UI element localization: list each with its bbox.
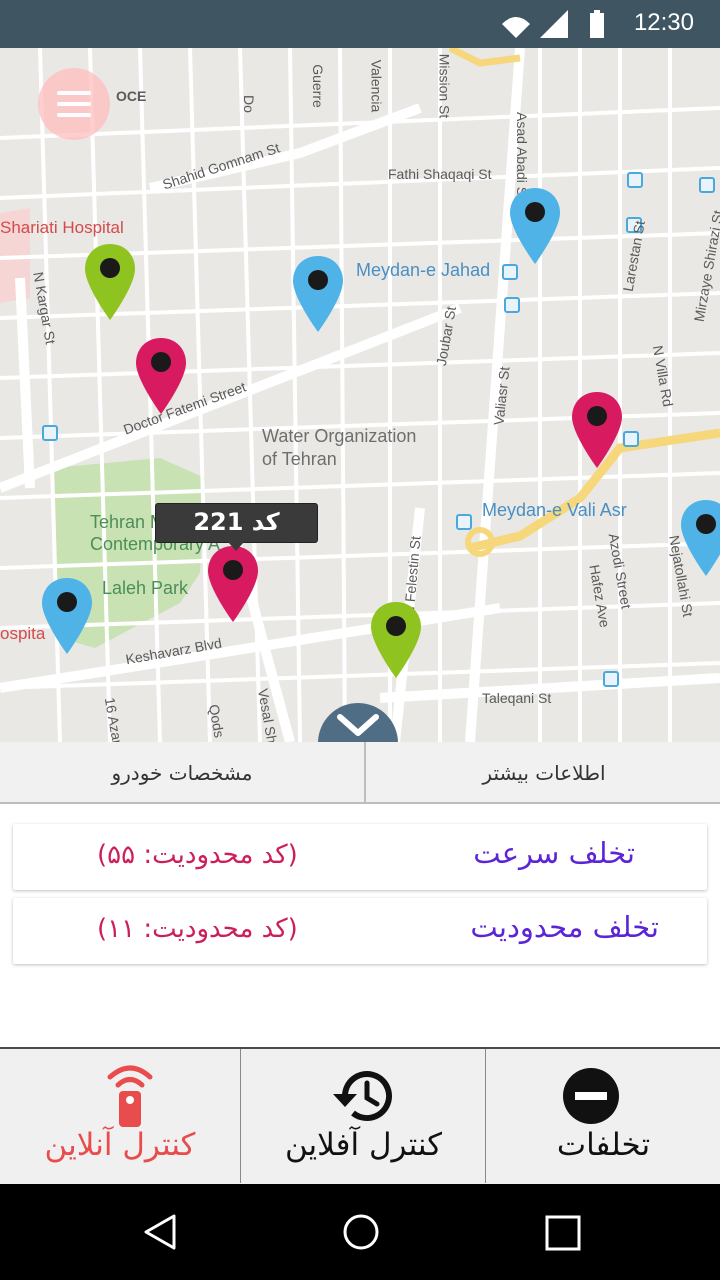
details-tabs: مشخصات خودرو اطلاعات بیشتر [0,742,720,804]
road-yellow-top [448,48,521,67]
signal-icon [540,10,568,38]
poi-meydan-vali-asr: Meydan-e Vali Asr [482,500,627,520]
street-label-fathi-shaqaqi: Fathi Shaqaqi St [388,166,492,182]
online-control-button[interactable]: کنترل آنلاین [0,1049,240,1183]
poi-shariati-hospital: Shariati Hospital [0,218,124,237]
street-label-valencia: Valencia [368,59,385,113]
online-control-label: کنترل آنلاین [44,1127,196,1163]
offline-control-button[interactable]: کنترل آفلاین [240,1049,486,1183]
tab-more-info[interactable]: اطلاعات بیشتر [364,742,720,802]
minus-circle-icon [563,1068,619,1124]
map-marker-magenta[interactable] [569,390,625,472]
violation-card[interactable]: تخلف سرعت (کد محدودیت: ۵۵) [13,824,707,890]
map-view[interactable]: Shahid Gomnam St Fathi Shaqaqi St Doctor… [0,48,720,742]
battery-icon [590,10,604,38]
remote-control-icon [107,1065,153,1127]
map-marker-green[interactable] [368,600,424,682]
map-marker-blue[interactable] [290,254,346,336]
street-label-guerre: Guerre [309,64,326,108]
map-marker-magenta[interactable] [133,336,189,418]
hamburger-icon-line [57,102,91,106]
violation-title: تخلف محدودیت [470,910,659,944]
tab-vehicle-specs[interactable]: مشخصات خودرو [0,742,364,802]
street-label-taleqani: Taleqani St [482,690,552,706]
map-marker-blue[interactable] [678,498,720,580]
street-label-mission: Mission St [436,53,453,119]
offline-control-label: کنترل آفلاین [284,1127,443,1163]
wifi-icon [502,17,530,38]
menu-button[interactable] [38,68,110,140]
poi-water-organization-line2: of Tehran [262,449,337,469]
status-icons [502,10,604,38]
navigation-bar [0,1184,720,1280]
poi-meydan-jahad: Meydan-e Jahad [356,260,491,280]
violation-code: (کد محدودیت: ۵۵) [97,840,298,870]
poi-laleh-park: Laleh Park [102,578,189,598]
status-bar: 12:30 [0,0,720,48]
hamburger-icon-line [57,91,91,95]
hamburger-icon-line [57,113,91,117]
violations-label: تخلفات [556,1127,651,1163]
collapse-map-button[interactable] [318,703,398,742]
action-bar: کنترل آنلاین کنترل آفلاین تخلفات [0,1047,720,1185]
road-kargar [15,277,35,489]
history-icon [333,1071,392,1122]
chevron-down-icon [337,714,379,736]
map-marker-blue[interactable] [507,186,563,268]
violation-title: تخلف سرعت [473,836,635,870]
back-icon[interactable] [140,1212,180,1252]
home-icon[interactable] [341,1212,381,1252]
map-marker-magenta-selected[interactable] [205,544,261,626]
map-marker-green[interactable] [82,242,138,324]
recents-icon[interactable] [544,1214,582,1252]
violation-code: (کد محدودیت: ۱۱) [97,914,298,944]
clock: 12:30 [633,9,694,36]
violation-card[interactable]: تخلف محدودیت (کد محدودیت: ۱۱) [13,898,707,964]
poi-water-organization: Water Organization [262,426,417,446]
violations-button[interactable]: تخلفات [485,1049,720,1183]
street-label-do: Do [240,95,257,113]
map-marker-blue[interactable] [39,576,95,658]
poi-doce: OCE [116,88,147,104]
marker-tooltip: کد 221 [155,503,318,551]
